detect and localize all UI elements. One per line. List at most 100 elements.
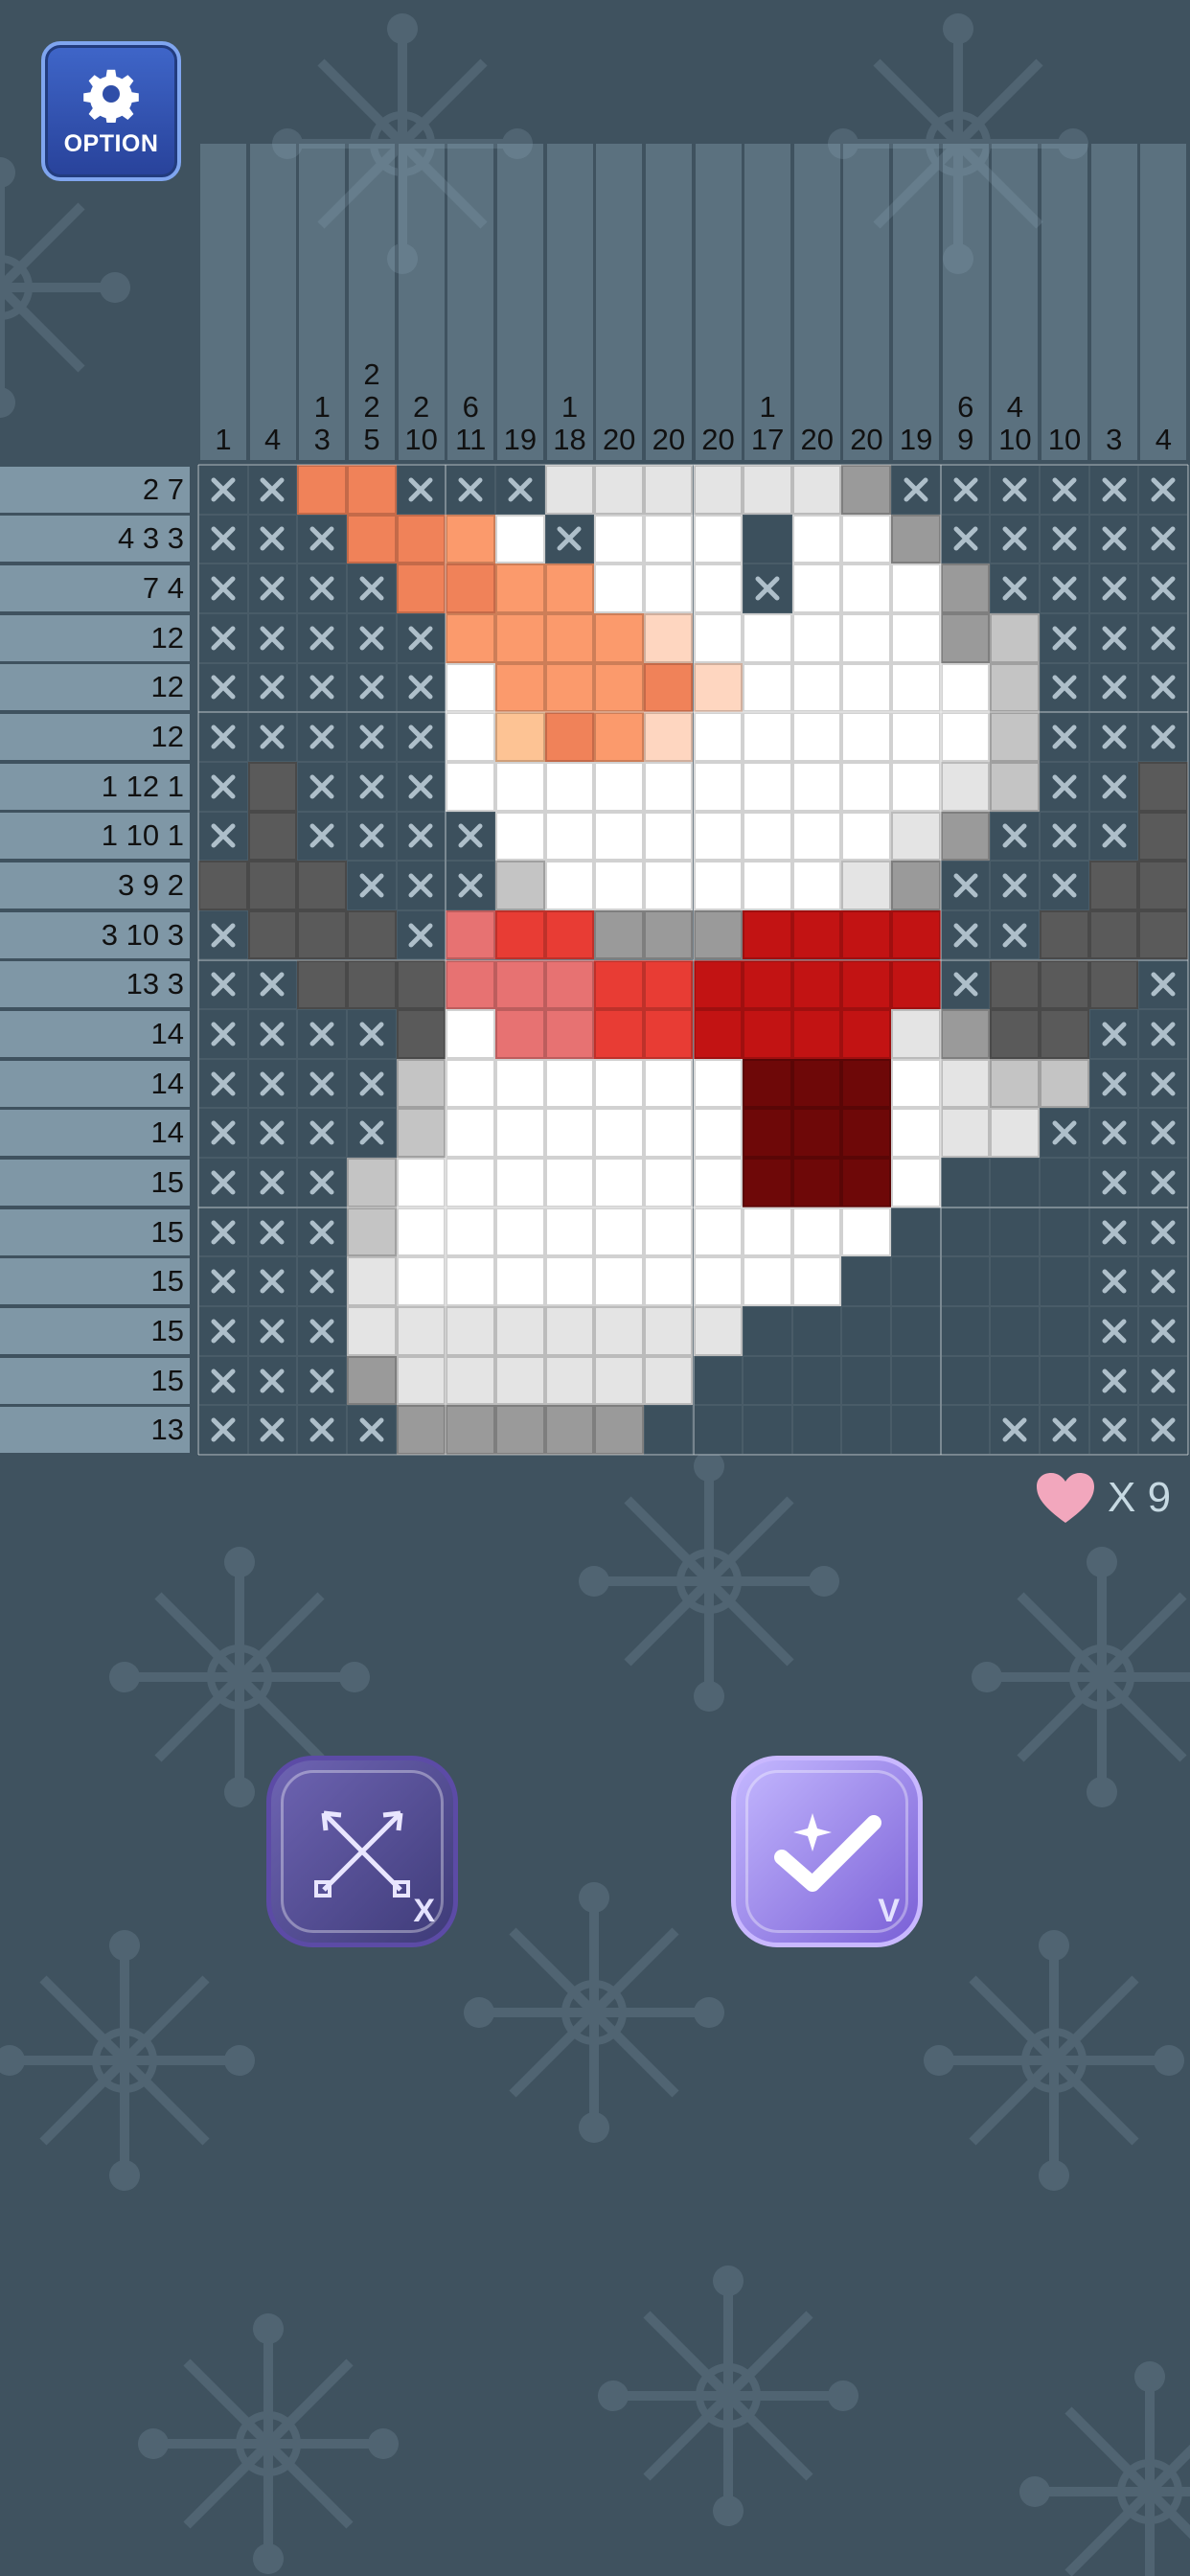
grid-cell-empty[interactable]: [1040, 1256, 1089, 1307]
grid-cell-crossed[interactable]: [1088, 564, 1139, 613]
grid-cell-filled[interactable]: [446, 514, 495, 564]
grid-cell-filled[interactable]: [841, 1108, 892, 1159]
grid-cell-crossed[interactable]: [198, 1207, 248, 1257]
grid-cell-crossed[interactable]: [297, 1158, 347, 1208]
grid-cell-filled[interactable]: [891, 712, 941, 762]
grid-cell-filled[interactable]: [544, 1108, 595, 1159]
grid-cell-filled[interactable]: [346, 1256, 397, 1307]
grid-cell-crossed[interactable]: [940, 861, 991, 910]
grid-cell-filled[interactable]: [891, 861, 941, 910]
grid-cell-crossed[interactable]: [1138, 514, 1188, 564]
grid-cell-filled[interactable]: [346, 514, 397, 564]
grid-cell-filled[interactable]: [990, 959, 1041, 1010]
grid-cell-crossed[interactable]: [940, 514, 991, 564]
grid-cell-filled[interactable]: [990, 612, 1041, 663]
grid-cell-filled[interactable]: [446, 1058, 495, 1109]
grid-cell-crossed[interactable]: [346, 761, 397, 812]
grid-cell-filled[interactable]: [791, 514, 842, 564]
grid-cell-empty[interactable]: [891, 1405, 941, 1455]
grid-cell-filled[interactable]: [1040, 1058, 1089, 1109]
grid-cell-filled[interactable]: [494, 1158, 545, 1208]
grid-cell-crossed[interactable]: [297, 1058, 347, 1109]
grid-cell-filled[interactable]: [297, 465, 347, 515]
grid-cell-filled[interactable]: [743, 1009, 792, 1059]
grid-cell-filled[interactable]: [396, 1058, 446, 1109]
grid-cell-filled[interactable]: [841, 811, 892, 862]
grid-cell-filled[interactable]: [940, 1108, 991, 1159]
grid-cell-filled[interactable]: [494, 861, 545, 910]
grid-cell-filled[interactable]: [594, 1256, 644, 1307]
grid-cell-crossed[interactable]: [297, 712, 347, 762]
grid-cell-crossed[interactable]: [297, 514, 347, 564]
grid-cell-filled[interactable]: [791, 1256, 842, 1307]
grid-cell-crossed[interactable]: [1088, 1207, 1139, 1257]
grid-cell-crossed[interactable]: [247, 1009, 298, 1059]
grid-cell-crossed[interactable]: [544, 514, 595, 564]
grid-cell-crossed[interactable]: [1138, 959, 1188, 1010]
grid-cell-filled[interactable]: [544, 564, 595, 613]
grid-cell-filled[interactable]: [693, 1207, 744, 1257]
grid-cell-filled[interactable]: [891, 1009, 941, 1059]
grid-cell-crossed[interactable]: [346, 861, 397, 910]
grid-cell-filled[interactable]: [743, 909, 792, 960]
grid-cell-filled[interactable]: [247, 909, 298, 960]
grid-cell-crossed[interactable]: [198, 662, 248, 713]
grid-cell-filled[interactable]: [693, 811, 744, 862]
grid-cell-empty[interactable]: [693, 1405, 744, 1455]
grid-cell-crossed[interactable]: [1088, 1405, 1139, 1455]
grid-cell-filled[interactable]: [693, 1009, 744, 1059]
grid-cell-crossed[interactable]: [990, 465, 1041, 515]
grid-cell-filled[interactable]: [446, 1108, 495, 1159]
grid-cell-filled[interactable]: [643, 861, 694, 910]
grid-cell-filled[interactable]: [494, 1207, 545, 1257]
grid-cell-filled[interactable]: [841, 909, 892, 960]
grid-cell-crossed[interactable]: [247, 1256, 298, 1307]
grid-cell-filled[interactable]: [791, 909, 842, 960]
grid-cell-crossed[interactable]: [346, 811, 397, 862]
grid-cell-filled[interactable]: [643, 761, 694, 812]
grid-cell-filled[interactable]: [446, 1256, 495, 1307]
grid-cell-filled[interactable]: [594, 811, 644, 862]
grid-cell-crossed[interactable]: [297, 811, 347, 862]
grid-cell-crossed[interactable]: [1088, 1355, 1139, 1406]
grid-cell-filled[interactable]: [594, 612, 644, 663]
grid-cell-filled[interactable]: [743, 712, 792, 762]
grid-cell-filled[interactable]: [494, 662, 545, 713]
grid-cell-filled[interactable]: [247, 861, 298, 910]
grid-cell-filled[interactable]: [1040, 959, 1089, 1010]
grid-cell-filled[interactable]: [643, 514, 694, 564]
grid-cell-crossed[interactable]: [247, 1058, 298, 1109]
grid-cell-filled[interactable]: [743, 1058, 792, 1109]
grid-cell-crossed[interactable]: [1088, 811, 1139, 862]
grid-cell-crossed[interactable]: [297, 564, 347, 613]
grid-cell-crossed[interactable]: [198, 1355, 248, 1406]
grid-cell-filled[interactable]: [693, 959, 744, 1010]
grid-cell-filled[interactable]: [693, 1256, 744, 1307]
grid-cell-filled[interactable]: [446, 612, 495, 663]
grid-cell-crossed[interactable]: [1138, 712, 1188, 762]
grid-cell-crossed[interactable]: [1088, 712, 1139, 762]
grid-cell-filled[interactable]: [891, 564, 941, 613]
grid-cell-filled[interactable]: [544, 1355, 595, 1406]
grid-cell-filled[interactable]: [791, 564, 842, 613]
grid-cell-crossed[interactable]: [940, 959, 991, 1010]
grid-cell-filled[interactable]: [841, 761, 892, 812]
grid-cell-crossed[interactable]: [297, 1108, 347, 1159]
grid-cell-filled[interactable]: [940, 612, 991, 663]
grid-cell-crossed[interactable]: [198, 1158, 248, 1208]
grid-cell-filled[interactable]: [743, 662, 792, 713]
grid-cell-filled[interactable]: [594, 959, 644, 1010]
grid-cell-empty[interactable]: [841, 1355, 892, 1406]
grid-cell-filled[interactable]: [346, 1355, 397, 1406]
grid-cell-filled[interactable]: [594, 1158, 644, 1208]
grid-cell-filled[interactable]: [346, 1306, 397, 1356]
grid-cell-crossed[interactable]: [346, 662, 397, 713]
grid-cell-crossed[interactable]: [297, 1405, 347, 1455]
grid-cell-crossed[interactable]: [297, 1306, 347, 1356]
grid-cell-filled[interactable]: [544, 1058, 595, 1109]
grid-cell-crossed[interactable]: [247, 465, 298, 515]
grid-cell-empty[interactable]: [1040, 1158, 1089, 1208]
grid-cell-filled[interactable]: [544, 761, 595, 812]
grid-cell-empty[interactable]: [693, 1355, 744, 1406]
grid-cell-crossed[interactable]: [297, 612, 347, 663]
